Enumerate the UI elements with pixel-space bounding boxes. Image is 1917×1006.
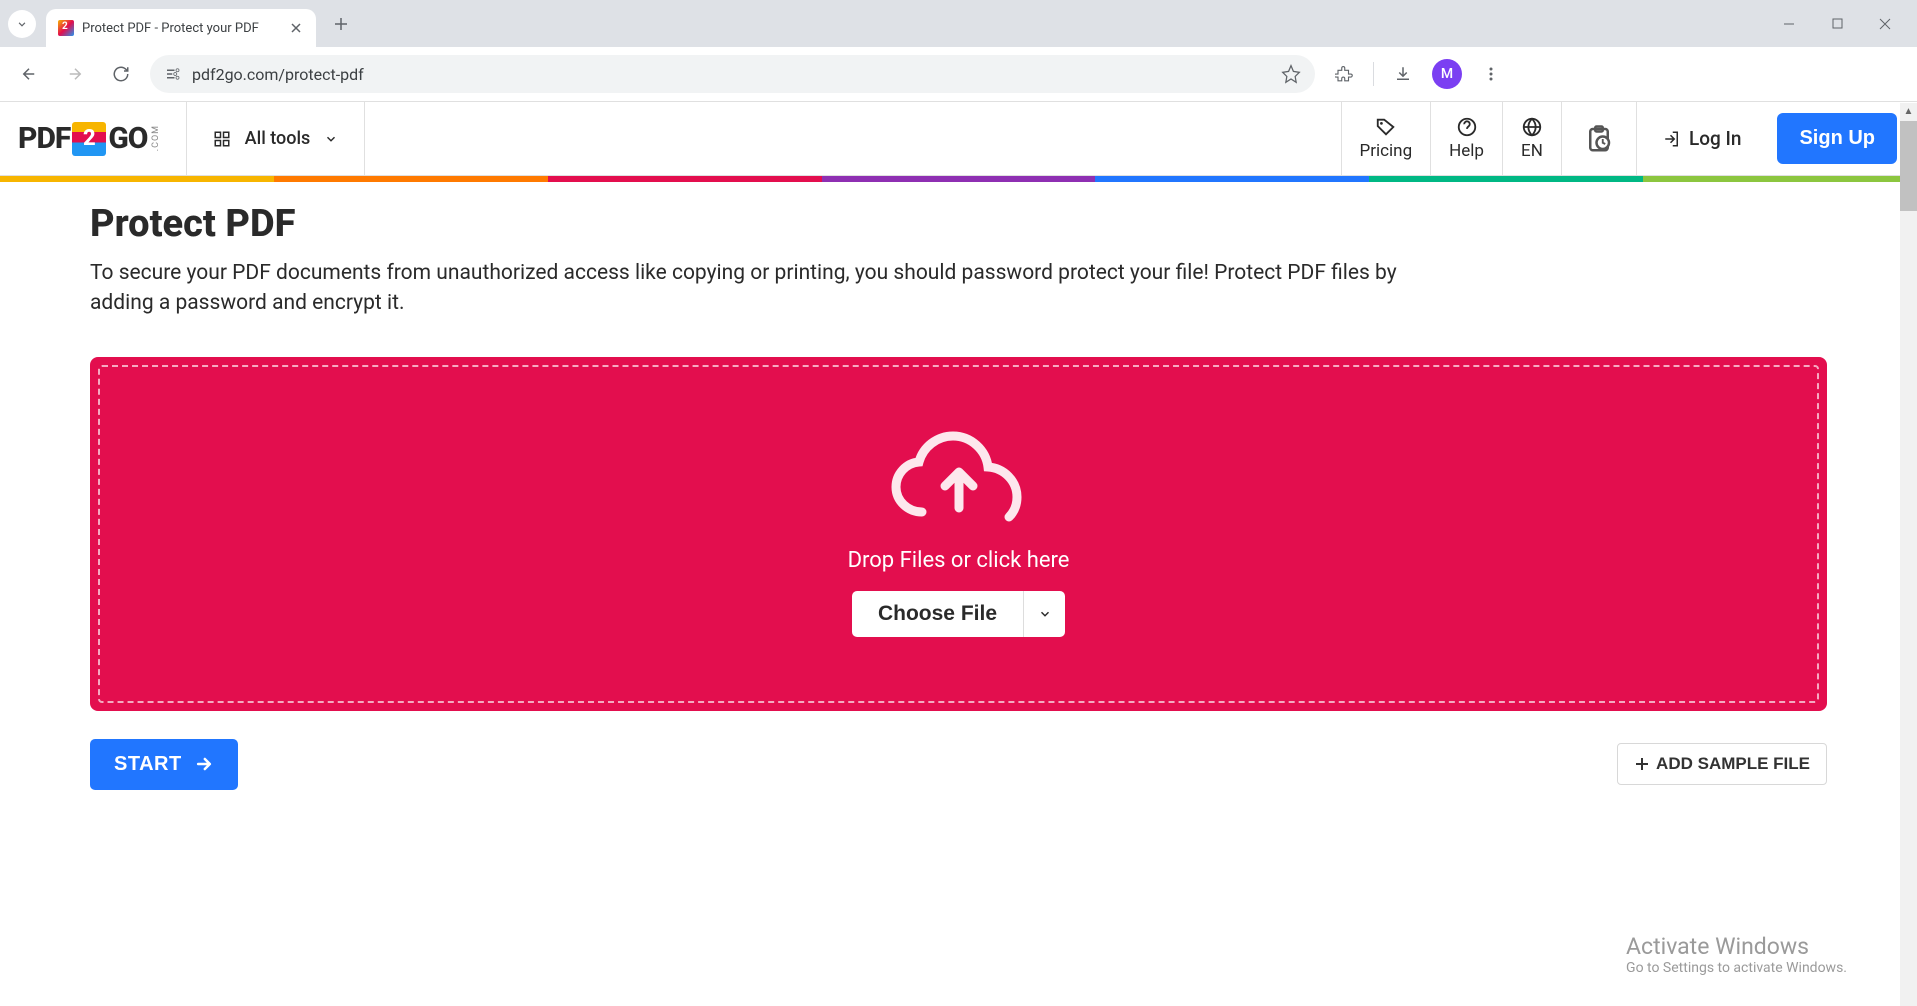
chevron-down-icon — [324, 132, 338, 146]
signup-button[interactable]: Sign Up — [1777, 113, 1897, 164]
clipboard-history-icon — [1584, 124, 1614, 154]
url-text: pdf2go.com/protect-pdf — [192, 65, 364, 84]
browser-chrome: Protect PDF - Protect your PDF pdf2go.co… — [0, 0, 1917, 102]
kebab-icon — [1483, 66, 1499, 82]
minimize-icon — [1783, 18, 1795, 30]
arrow-left-icon — [20, 65, 38, 83]
arrow-right-icon — [66, 65, 84, 83]
extensions-button[interactable] — [1327, 57, 1361, 91]
new-tab-button[interactable] — [326, 9, 356, 39]
maximize-icon — [1832, 18, 1843, 29]
separator — [1373, 62, 1374, 86]
help-label: Help — [1449, 141, 1484, 161]
login-icon — [1663, 130, 1681, 148]
star-icon — [1281, 64, 1301, 84]
choose-file-label: Choose File — [878, 602, 997, 625]
back-button[interactable] — [12, 57, 46, 91]
bookmark-button[interactable] — [1281, 64, 1301, 84]
window-controls — [1765, 4, 1909, 44]
bottom-row: START ADD SAMPLE FILE — [90, 739, 1827, 790]
site-header: PDF2GO .COM All tools Pricing Help EN Log… — [0, 102, 1917, 176]
close-icon — [1879, 18, 1891, 30]
tab-search-dropdown[interactable] — [8, 10, 36, 38]
close-icon — [291, 23, 301, 33]
add-sample-label: ADD SAMPLE FILE — [1656, 754, 1810, 774]
choose-file-button[interactable]: Choose File — [852, 591, 1023, 637]
puzzle-icon — [1335, 65, 1353, 83]
drop-text: Drop Files or click here — [848, 548, 1070, 573]
start-button[interactable]: START — [90, 739, 238, 790]
login-button[interactable]: Log In — [1636, 102, 1768, 175]
dropzone-inner: Drop Files or click here Choose File — [98, 365, 1819, 703]
site-settings-icon — [164, 65, 182, 83]
close-window-button[interactable] — [1861, 4, 1909, 44]
page-title: Protect PDF — [90, 202, 1827, 246]
logo-text-2: 2 — [72, 122, 106, 156]
help-icon — [1456, 116, 1478, 138]
history-button[interactable] — [1561, 102, 1636, 175]
tab-favicon-icon — [58, 20, 74, 36]
arrow-right-icon — [194, 754, 214, 774]
url-field[interactable]: pdf2go.com/protect-pdf — [150, 55, 1315, 93]
chevron-down-icon — [15, 17, 29, 31]
scroll-up-button[interactable]: ▲ — [1900, 103, 1917, 120]
watermark-title: Activate Windows — [1626, 933, 1847, 960]
logo-text-go: GO — [108, 121, 147, 156]
chevron-down-icon — [1038, 607, 1052, 621]
language-dropdown[interactable]: EN — [1502, 102, 1561, 175]
pricing-label: Pricing — [1360, 141, 1413, 161]
browser-tab[interactable]: Protect PDF - Protect your PDF — [46, 9, 316, 47]
help-link[interactable]: Help — [1430, 102, 1502, 175]
tab-bar: Protect PDF - Protect your PDF — [0, 0, 1917, 47]
maximize-button[interactable] — [1813, 4, 1861, 44]
choose-file-group: Choose File — [852, 591, 1065, 637]
page-content: Protect PDF To secure your PDF documents… — [0, 182, 1917, 790]
download-icon — [1394, 65, 1412, 83]
globe-icon — [1521, 116, 1543, 138]
windows-activation-watermark: Activate Windows Go to Settings to activ… — [1626, 933, 1847, 976]
plus-icon — [334, 17, 348, 31]
tab-title: Protect PDF - Protect your PDF — [82, 21, 280, 36]
reload-icon — [112, 65, 130, 83]
choose-file-dropdown[interactable] — [1023, 591, 1065, 637]
reload-button[interactable] — [104, 57, 138, 91]
minimize-button[interactable] — [1765, 4, 1813, 44]
vertical-scrollbar[interactable]: ▲ — [1900, 103, 1917, 1006]
file-dropzone[interactable]: Drop Files or click here Choose File — [90, 357, 1827, 711]
scroll-thumb[interactable] — [1900, 121, 1917, 211]
logo-text-pdf: PDF — [18, 121, 70, 156]
profile-button[interactable]: M — [1432, 59, 1462, 89]
tab-close-button[interactable] — [288, 20, 304, 36]
forward-button[interactable] — [58, 57, 92, 91]
start-label: START — [114, 753, 182, 776]
profile-initial: M — [1441, 66, 1453, 82]
signup-label: Sign Up — [1799, 127, 1875, 149]
plus-icon — [1634, 756, 1650, 772]
all-tools-dropdown[interactable]: All tools — [187, 102, 365, 175]
pricing-link[interactable]: Pricing — [1341, 102, 1431, 175]
logo-text-com: .COM — [151, 125, 161, 151]
add-sample-button[interactable]: ADD SAMPLE FILE — [1617, 743, 1827, 785]
grid-icon — [213, 130, 231, 148]
chrome-menu-button[interactable] — [1474, 57, 1508, 91]
downloads-button[interactable] — [1386, 57, 1420, 91]
tag-icon — [1375, 116, 1397, 138]
cloud-upload-icon — [884, 430, 1034, 530]
logo[interactable]: PDF2GO .COM — [0, 102, 187, 175]
login-label: Log In — [1689, 127, 1742, 150]
watermark-subtitle: Go to Settings to activate Windows. — [1626, 960, 1847, 976]
language-label: EN — [1521, 141, 1543, 161]
address-bar: pdf2go.com/protect-pdf M — [0, 47, 1917, 102]
all-tools-label: All tools — [245, 128, 311, 149]
page-description: To secure your PDF documents from unauth… — [90, 258, 1400, 319]
